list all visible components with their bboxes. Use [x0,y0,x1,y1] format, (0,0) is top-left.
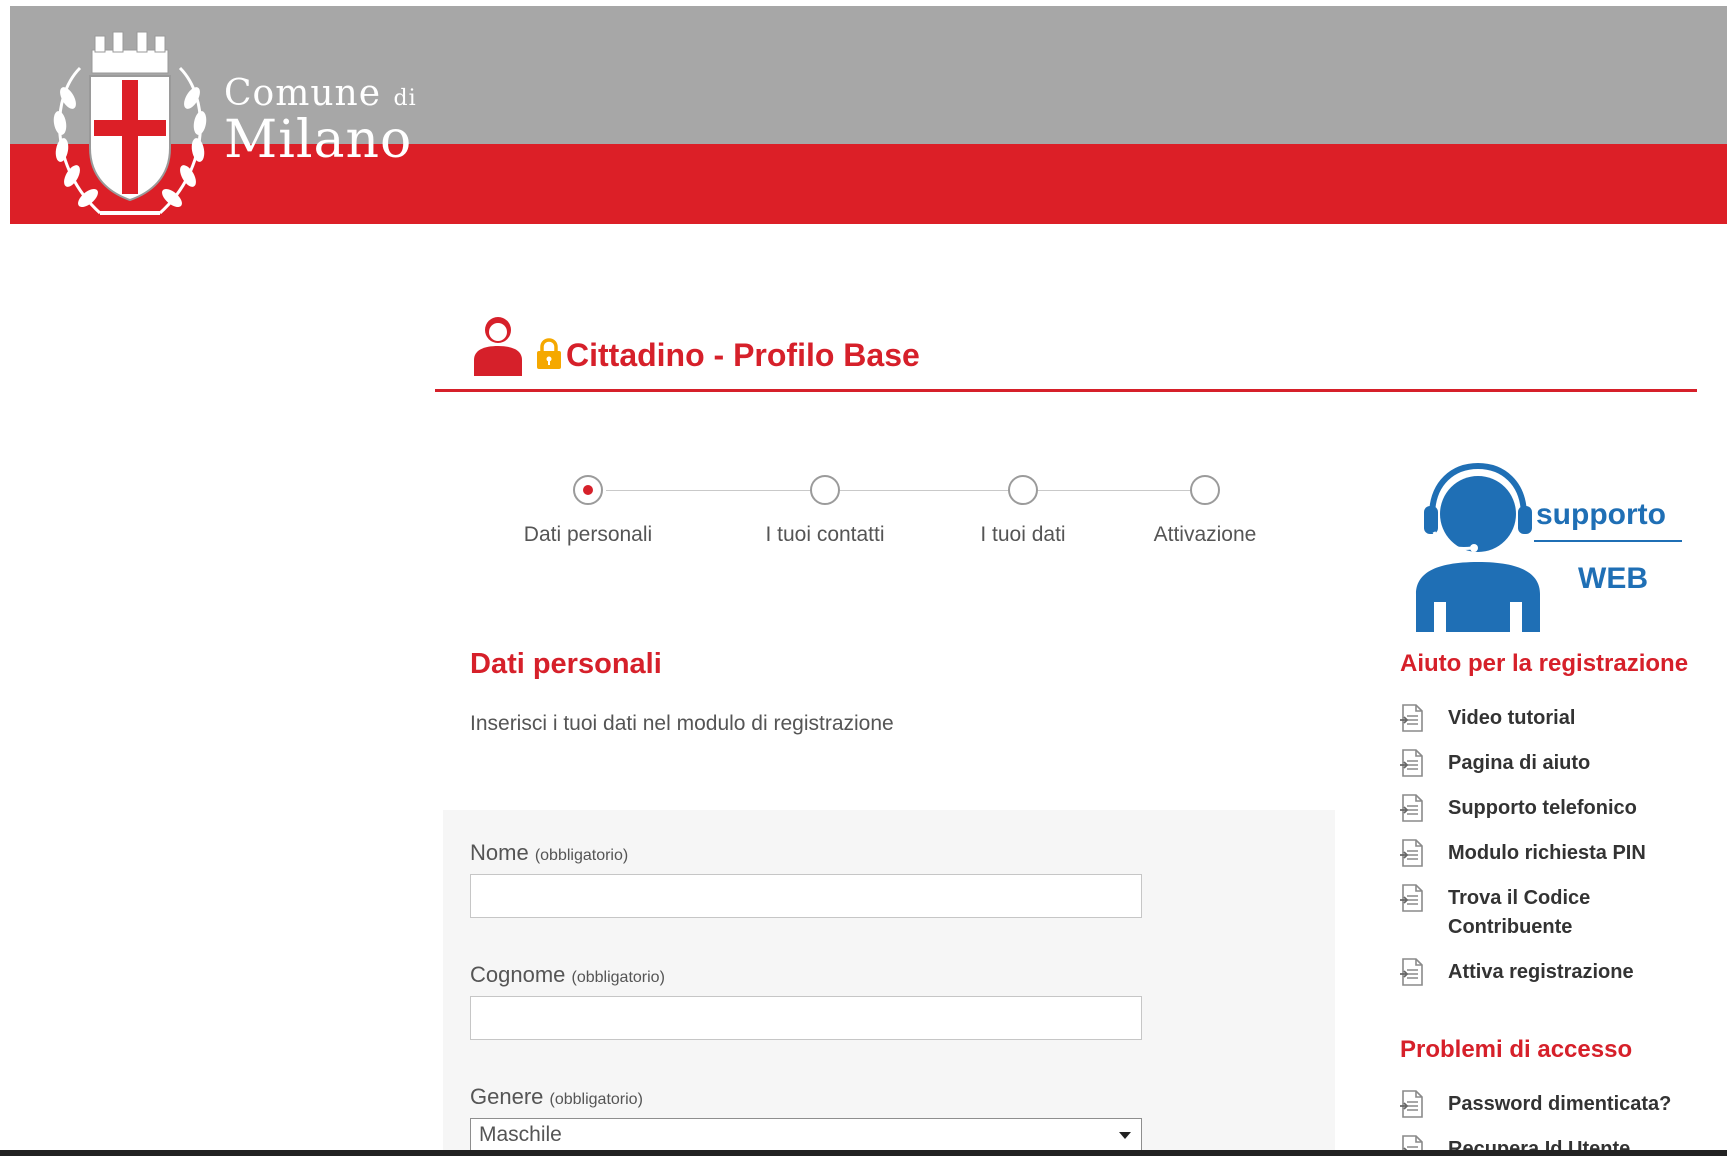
nome-hint: (obbligatorio) [534,847,629,864]
cognome-label: Cognome (obbligatorio) [470,962,665,988]
genere-selected-value: Maschile [479,1123,562,1146]
brand-line1: Comune [224,73,382,114]
step-radio-active[interactable] [573,475,603,505]
user-icon [474,317,522,376]
cognome-hint: (obbligatorio) [571,969,665,986]
section-description: Inserisci i tuoi dati nel modulo di regi… [470,712,894,735]
genere-label-text: Genere [470,1084,544,1109]
genere-label: Genere (obbligatorio) [470,1084,643,1110]
milan-coat-of-arms-icon[interactable] [40,28,220,228]
document-icon [1400,794,1423,822]
brand-wordmark[interactable]: Comune di Milano [224,73,417,170]
page-title-row: Cittadino - Profilo Base [472,306,920,376]
cognome-label-text: Cognome [470,962,566,987]
document-icon [1400,958,1423,986]
help-link-pagina-di-aiuto[interactable]: Pagina di aiuto [1400,749,1678,778]
chevron-down-icon [1119,1132,1131,1139]
help-link-label: Video tutorial [1448,707,1576,729]
lock-icon [537,338,561,369]
title-divider [435,389,1697,392]
help-link-attiva-registrazione[interactable]: Attiva registrazione [1400,958,1678,987]
nome-label: Nome (obbligatorio) [470,840,628,866]
brand-line2: Milano [224,110,413,170]
page-title: Cittadino - Profilo Base [566,337,920,373]
help-link-label: Trova il Codice Contribuente [1448,887,1591,938]
help-links-list: Video tutorial Pagina di aiuto Supporto … [1400,704,1678,1003]
step-label: Attivazione [1153,523,1257,546]
step-dati-personali[interactable]: Dati personali [488,471,688,547]
support-badge-line2: WEB [1578,562,1648,595]
help-heading: Aiuto per la registrazione [1400,650,1689,677]
access-links-list: Password dimenticata? Recupera Id Utente [1400,1090,1678,1156]
document-icon [1400,704,1423,732]
access-link-password-dimenticata[interactable]: Password dimenticata? [1400,1090,1678,1119]
document-icon [1400,839,1423,867]
help-link-label: Modulo richiesta PIN [1448,842,1646,864]
headset-person-icon [1416,462,1540,632]
support-badge-line1: supporto [1536,498,1666,531]
step-i-tuoi-dati[interactable]: I tuoi dati [923,471,1123,547]
step-radio[interactable] [1008,475,1038,505]
help-link-label: Pagina di aiuto [1448,752,1591,774]
step-label: I tuoi contatti [765,523,885,546]
registration-stepper: Dati personali I tuoi contatti I tuoi da… [488,471,1288,551]
access-link-label: Password dimenticata? [1448,1093,1672,1115]
step-label: I tuoi dati [980,523,1066,546]
help-link-trova-codice-contribuente[interactable]: Trova il Codice Contribuente [1400,884,1678,942]
help-link-video-tutorial[interactable]: Video tutorial [1400,704,1678,733]
nome-input[interactable] [470,874,1142,918]
brand-line1-small: di [393,86,417,111]
document-icon [1400,749,1423,777]
genere-hint: (obbligatorio) [549,1091,643,1108]
page-frame: Comune di Milano Cittadino - Profilo Bas… [10,6,1727,1156]
help-link-supporto-telefonico[interactable]: Supporto telefonico [1400,794,1678,823]
nome-label-text: Nome [470,840,529,865]
window-bottom-edge [0,1150,1727,1156]
section-title: Dati personali [470,648,662,680]
step-radio[interactable] [810,475,840,505]
step-radio[interactable] [1190,475,1220,505]
document-icon [1400,1090,1423,1118]
cognome-input[interactable] [470,996,1142,1040]
access-heading: Problemi di accesso [1400,1036,1633,1063]
help-link-label: Supporto telefonico [1448,797,1637,819]
help-link-modulo-richiesta-pin[interactable]: Modulo richiesta PIN [1400,839,1678,868]
step-label: Dati personali [523,523,653,546]
registration-form: Nome (obbligatorio) Cognome (obbligatori… [443,810,1335,1156]
document-icon [1400,884,1423,912]
genere-select[interactable]: Maschile [470,1118,1142,1152]
step-i-tuoi-contatti[interactable]: I tuoi contatti [725,471,925,547]
help-link-label: Attiva registrazione [1448,961,1634,983]
step-attivazione[interactable]: Attivazione [1105,471,1305,547]
support-web-badge[interactable]: supporto WEB [1410,462,1690,634]
